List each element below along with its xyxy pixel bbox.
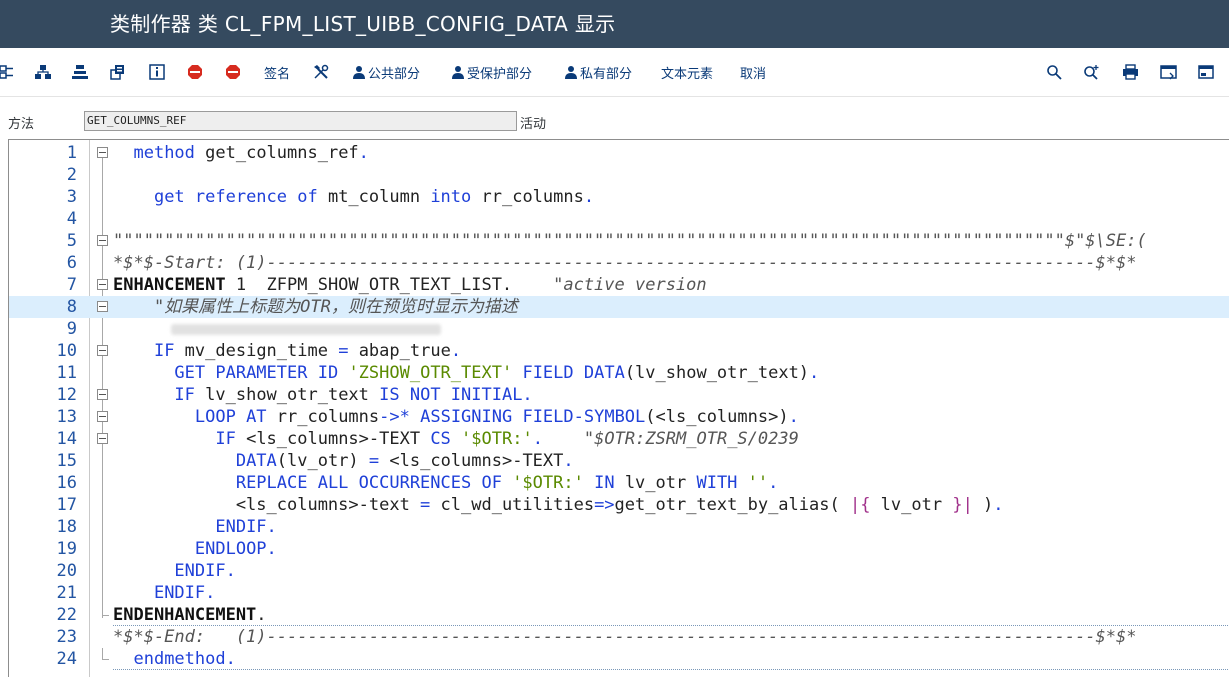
code-line: 19 ENDLOOP.	[56, 539, 277, 559]
search-plus-icon	[1084, 65, 1099, 80]
activation-status: 活动	[520, 117, 547, 132]
print-button[interactable]	[1122, 60, 1139, 84]
fold-toggle[interactable]	[97, 279, 108, 290]
fold-toggle[interactable]	[97, 433, 108, 444]
method-label: 方法	[8, 117, 35, 132]
text-elements-label: 文本元素	[661, 66, 714, 82]
protected-section-label: 受保护部分	[467, 66, 533, 82]
code-line: 10 IF mv_design_time = abap_true.	[56, 341, 462, 361]
code-line: 15 DATA(lv_otr) = <ls_columns>-TEXT.	[56, 451, 574, 471]
code-line: 24 endmethod.	[56, 648, 236, 669]
code-line: 16 REPLACE ALL OCCURRENCES OF '$OTR:' IN…	[56, 473, 779, 493]
person-icon	[565, 66, 577, 79]
code-line: 3 get reference of mt_column into rr_col…	[66, 187, 595, 207]
code-line: 20 ENDIF.	[56, 561, 236, 581]
private-section-label: 私有部分	[580, 66, 633, 82]
method-name-field[interactable]: GET_COLUMNS_REF	[84, 111, 517, 131]
title-bar: 类制作器 类 CL_FPM_LIST_UIBB_CONFIG_DATA 显示	[0, 0, 1229, 48]
code-line: 1 method get_columns_ref.	[66, 143, 369, 163]
where-used-icon	[110, 65, 124, 80]
code-line: 14 IF <ls_columns>-TEXT CS '$OTR:'. "$OT…	[56, 429, 799, 449]
window-title: 类制作器 类 CL_FPM_LIST_UIBB_CONFIG_DATA 显示	[110, 12, 616, 36]
display-object-list-icon	[0, 65, 13, 79]
hierarchy-button[interactable]	[35, 60, 51, 84]
code-line: 7 ENHANCEMENT 1 ZFPM_SHOW_OTR_TEXT_LIST.…	[66, 275, 707, 295]
code-line: 21 ENDIF.	[56, 583, 216, 603]
code-line: 4	[66, 209, 77, 229]
code-line: 17 <ls_columns>-text = cl_wd_utilities=>…	[56, 495, 1004, 515]
print-icon	[1123, 64, 1138, 80]
search-icon	[1047, 65, 1062, 80]
code-line: 18 ENDIF.	[56, 517, 277, 537]
person-icon	[353, 66, 365, 79]
hierarchy-icon	[35, 65, 51, 79]
export-window-button[interactable]	[1198, 60, 1214, 84]
code-line: 22 ENDENHANCEMENT.	[56, 604, 267, 625]
person-icon	[452, 66, 464, 79]
application-toolbar: 签名 公共部分 受保护部分 私有部分 文本元素 取消	[0, 48, 1229, 97]
fold-toggle[interactable]	[97, 301, 108, 312]
stop-icon	[188, 65, 202, 79]
code-editor[interactable]: 1 method get_columns_ref. 2 3 get refere…	[8, 139, 1229, 677]
where-used-button[interactable]	[110, 60, 126, 84]
stop-icon	[226, 65, 240, 79]
stack-icon	[72, 65, 88, 79]
redacted-text	[171, 324, 441, 335]
stop-button-1[interactable]	[187, 60, 203, 84]
cancel-label: 取消	[740, 66, 767, 82]
code-line: 13 LOOP AT rr_columns->* ASSIGNING FIELD…	[56, 407, 799, 427]
public-section-label: 公共部分	[368, 66, 421, 82]
stack-button[interactable]	[72, 60, 88, 84]
text-elements-button[interactable]: 文本元素	[661, 60, 713, 84]
info-icon	[149, 64, 165, 80]
find-next-button[interactable]	[1083, 60, 1100, 84]
new-window-button[interactable]	[1160, 60, 1177, 84]
public-section-button[interactable]: 公共部分	[352, 60, 420, 84]
info-button[interactable]	[149, 60, 165, 84]
fold-toggle[interactable]	[97, 411, 108, 422]
cancel-button[interactable]: 取消	[740, 60, 766, 84]
code-line: 9	[9, 318, 1229, 340]
code-line: 12 IF lv_show_otr_text IS NOT INITIAL.	[56, 385, 533, 405]
find-button[interactable]	[1046, 60, 1062, 84]
code-line: 23 *$*$-End: (1)------------------------…	[56, 627, 1137, 647]
code-line: 11 GET PARAMETER ID 'ZSHOW_OTR_TEXT' FIE…	[56, 363, 820, 383]
fold-toggle[interactable]	[97, 345, 108, 356]
protected-section-button[interactable]: 受保护部分	[451, 60, 532, 84]
private-section-button[interactable]: 私有部分	[564, 60, 632, 84]
code-line-current: 8 "如果属性上标题为OTR，则在预览时显示为描述	[9, 296, 1229, 318]
code-line: 6 *$*$-Start: (1)-----------------------…	[66, 253, 1137, 273]
signature-button[interactable]: 签名	[262, 60, 290, 84]
fold-toggle[interactable]	[97, 389, 108, 400]
fold-toggle[interactable]	[97, 147, 108, 158]
signature-label: 签名	[264, 66, 291, 82]
method-field-row: 方法 GET_COLUMNS_REF 活动	[0, 97, 1229, 137]
code-line: 2	[66, 165, 77, 185]
window-icon	[1160, 65, 1177, 80]
code-line: 5 """"""""""""""""""""""""""""""""""""""…	[66, 231, 1147, 251]
stop-button-2[interactable]	[225, 60, 241, 84]
tools-button[interactable]	[312, 60, 329, 84]
object-list-button[interactable]	[0, 60, 16, 84]
fold-toggle[interactable]	[97, 235, 108, 246]
tools-icon	[314, 64, 329, 79]
window-export-icon	[1198, 65, 1214, 79]
